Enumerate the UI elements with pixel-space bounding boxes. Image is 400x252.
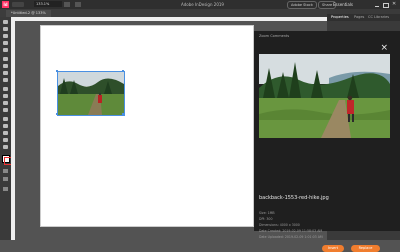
insert-button[interactable]: Insert — [322, 245, 344, 252]
document-page[interactable] — [40, 25, 254, 227]
scissors-tool-icon[interactable] — [3, 101, 8, 105]
maximize-icon[interactable] — [383, 3, 389, 8]
resize-handle-top-left[interactable] — [56, 70, 58, 72]
view-options-icon[interactable] — [64, 2, 70, 7]
tools-panel — [0, 17, 12, 240]
horizontal-ruler[interactable] — [11, 17, 327, 21]
panel-header: Zoom Comments — [259, 34, 290, 38]
formatting-affects-container-icon[interactable] — [3, 169, 8, 173]
screen-mode-icon[interactable] — [75, 2, 81, 7]
document-tab-bar: *Untitled-2 @ 133% — [0, 9, 327, 17]
image-preview-panel: Zoom Comments × backback-1553-red-hike.j… — [254, 31, 400, 252]
line-tool-icon[interactable] — [3, 64, 8, 68]
window-title: Adobe InDesign 2019 — [181, 2, 224, 7]
hiker-photo — [259, 54, 390, 138]
page-tool-icon[interactable] — [3, 34, 8, 38]
layout-icon[interactable] — [12, 2, 24, 7]
indesign-app-icon[interactable]: Id — [2, 1, 9, 8]
minimize-icon[interactable] — [375, 3, 379, 7]
rectangle-tool-icon[interactable] — [3, 94, 8, 98]
file-metadata: Size: 1MB DPI: 300 Dimensions: 4000 x 30… — [259, 210, 323, 240]
document-tab[interactable]: *Untitled-2 @ 133% — [6, 10, 51, 17]
resize-handle-top-right[interactable] — [122, 70, 124, 72]
file-name: backback-1553-red-hike.jpg — [259, 195, 329, 201]
type-tool-icon[interactable] — [3, 57, 8, 61]
dock-tab-bar: Properties Pages CC Libraries — [327, 14, 400, 21]
tab-properties[interactable]: Properties — [331, 15, 349, 19]
meta-date-uploaded: Date Uploaded: 2019-02-09 1:01:03 AM — [259, 235, 323, 239]
screen-mode-icon[interactable] — [3, 187, 8, 191]
workspace-switcher[interactable]: Essentials — [333, 2, 353, 7]
apply-color-icon[interactable] — [3, 177, 8, 181]
hand-tool-icon[interactable] — [3, 138, 8, 142]
gap-tool-icon[interactable] — [3, 41, 8, 45]
zoom-tool-icon[interactable] — [3, 145, 8, 149]
direct-selection-tool-icon[interactable] — [3, 27, 8, 31]
adobe-stock-button[interactable]: Adobe Stock — [287, 1, 317, 9]
gradient-tool-icon[interactable] — [3, 117, 8, 121]
resize-handle-bottom-right[interactable] — [122, 113, 124, 115]
eyedropper-tool-icon[interactable] — [3, 131, 8, 135]
free-transform-tool-icon[interactable] — [3, 108, 8, 112]
menu-bar: Id 133.1% Adobe InDesign 2019 Adobe Stoc… — [0, 0, 400, 9]
tab-cc-libraries[interactable]: CC Libraries — [368, 15, 389, 19]
note-tool-icon[interactable] — [3, 124, 8, 128]
preview-photo — [259, 54, 390, 138]
placed-image-frame[interactable] — [57, 71, 125, 116]
close-icon[interactable]: × — [380, 44, 388, 53]
pen-tool-icon[interactable] — [3, 71, 8, 75]
replace-button[interactable]: Replace — [351, 245, 380, 252]
zoom-field[interactable]: 133.1% — [34, 1, 62, 7]
pencil-tool-icon[interactable] — [3, 78, 8, 82]
vertical-ruler[interactable] — [11, 21, 15, 240]
tab-pages[interactable]: Pages — [354, 15, 364, 19]
resize-handle-bottom-left[interactable] — [56, 113, 58, 115]
selection-tool-icon[interactable] — [3, 20, 8, 24]
rectangle-frame-tool-icon[interactable] — [3, 87, 8, 91]
placed-hiker-photo — [58, 72, 124, 115]
close-window-icon[interactable]: ✕ — [392, 2, 396, 7]
content-collector-icon[interactable] — [3, 48, 8, 52]
